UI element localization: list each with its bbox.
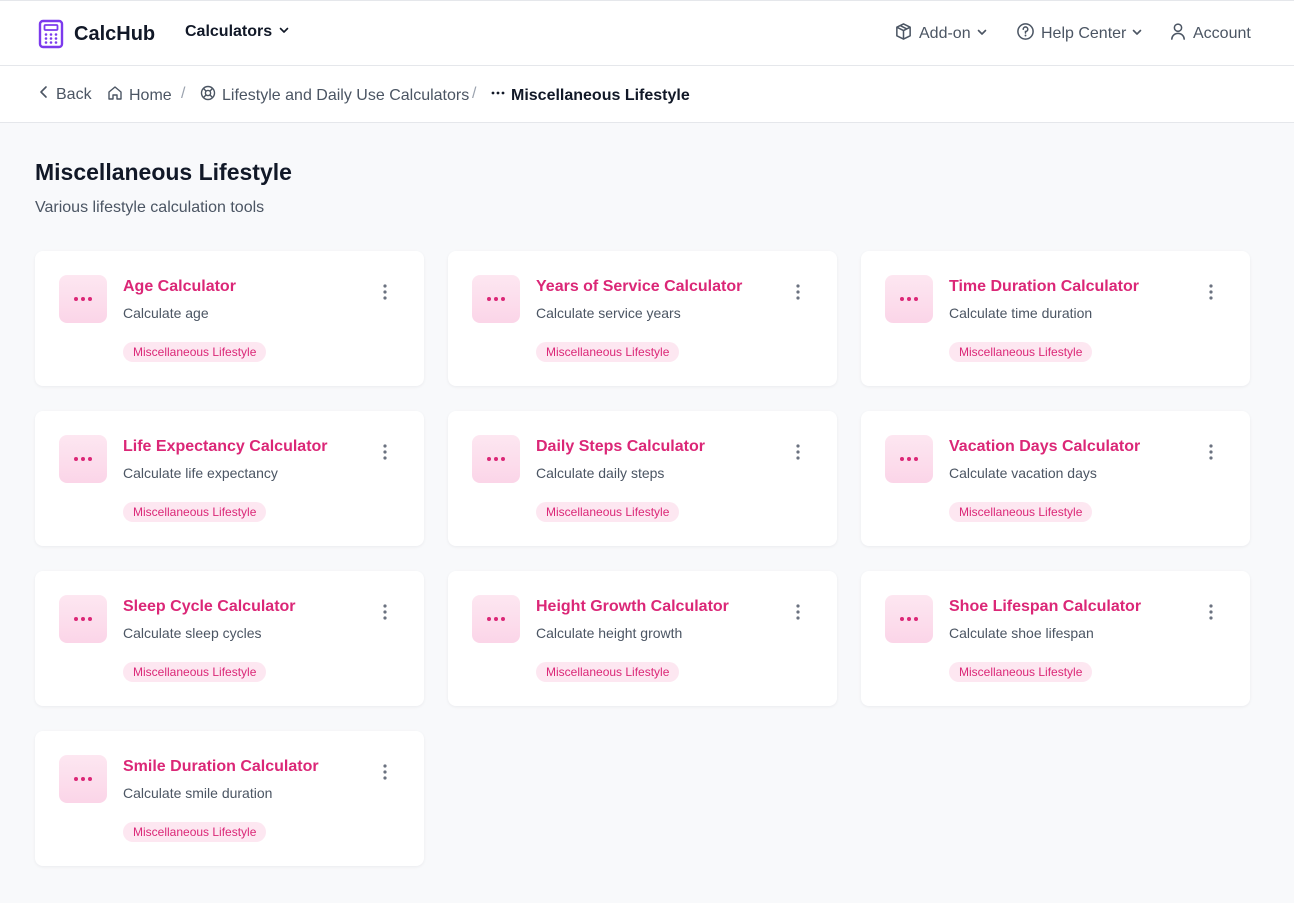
card-title[interactable]: Vacation Days Calculator (949, 438, 1140, 456)
calculators-menu[interactable]: Calculators (185, 23, 290, 41)
more-vertical-icon[interactable] (1202, 601, 1220, 623)
card-title[interactable]: Shoe Lifespan Calculator (949, 598, 1141, 616)
card-description: Calculate vacation days (949, 465, 1097, 481)
card-description: Calculate sleep cycles (123, 625, 262, 641)
card-title[interactable]: Time Duration Calculator (949, 278, 1139, 296)
more-horizontal-icon (885, 595, 933, 643)
category-tag[interactable]: Miscellaneous Lifestyle (123, 502, 267, 522)
more-horizontal-icon (59, 275, 107, 323)
current-label: Miscellaneous Lifestyle (511, 86, 690, 104)
page-subtitle: Various lifestyle calculation tools (35, 199, 265, 216)
top-navbar: CalcHub Calculators Add-on Help Center A… (0, 0, 1294, 66)
page-title: Miscellaneous Lifestyle (35, 159, 292, 185)
more-horizontal-icon (472, 595, 520, 643)
calculator-card[interactable]: Smile Duration Calculator Calculate smil… (35, 731, 424, 866)
breadcrumb-separator: / (472, 85, 477, 102)
more-vertical-icon[interactable] (789, 281, 807, 303)
category-label: Lifestyle and Daily Use Calculators (222, 86, 470, 104)
help-center-label: Help Center (1041, 25, 1127, 42)
card-description: Calculate age (123, 305, 209, 321)
breadcrumb: Back Home / Lifestyle and Daily Use Calc… (0, 66, 1294, 123)
more-horizontal-icon (59, 435, 107, 483)
card-description: Calculate time duration (949, 305, 1093, 321)
card-description: Calculate life expectancy (123, 465, 278, 481)
help-circle-icon (1016, 22, 1035, 46)
category-tag[interactable]: Miscellaneous Lifestyle (949, 342, 1093, 362)
addon-menu[interactable]: Add-on (894, 22, 988, 46)
more-vertical-icon[interactable] (1202, 281, 1220, 303)
account-menu[interactable]: Account (1169, 22, 1251, 46)
help-center-menu[interactable]: Help Center (1016, 22, 1143, 46)
addon-menu-label: Add-on (919, 25, 971, 42)
category-tag[interactable]: Miscellaneous Lifestyle (123, 822, 267, 842)
more-vertical-icon[interactable] (376, 601, 394, 623)
more-vertical-icon[interactable] (376, 281, 394, 303)
chevron-down-icon (976, 25, 988, 43)
chevron-down-icon (1131, 25, 1143, 43)
card-description: Calculate height growth (536, 625, 683, 641)
more-vertical-icon[interactable] (1202, 441, 1220, 463)
package-icon (894, 22, 913, 46)
back-label: Back (56, 85, 92, 103)
calculator-icon (38, 19, 64, 49)
calculator-card[interactable]: Daily Steps Calculator Calculate daily s… (448, 411, 837, 546)
more-horizontal-icon (59, 755, 107, 803)
home-icon (107, 85, 123, 106)
calculator-card[interactable]: Shoe Lifespan Calculator Calculate shoe … (861, 571, 1250, 706)
calculator-card[interactable]: Life Expectancy Calculator Calculate lif… (35, 411, 424, 546)
calculator-card[interactable]: Vacation Days Calculator Calculate vacat… (861, 411, 1250, 546)
brand-name: CalcHub (74, 22, 156, 45)
more-vertical-icon[interactable] (789, 601, 807, 623)
breadcrumb-home[interactable]: Home (107, 85, 172, 106)
card-title[interactable]: Height Growth Calculator (536, 598, 729, 616)
more-horizontal-icon (885, 435, 933, 483)
lifebuoy-icon (200, 85, 216, 106)
category-tag[interactable]: Miscellaneous Lifestyle (949, 662, 1093, 682)
card-title[interactable]: Sleep Cycle Calculator (123, 598, 296, 616)
calculator-card[interactable]: Height Growth Calculator Calculate heigh… (448, 571, 837, 706)
category-tag[interactable]: Miscellaneous Lifestyle (536, 662, 680, 682)
card-description: Calculate smile duration (123, 785, 273, 801)
more-vertical-icon[interactable] (789, 441, 807, 463)
calculator-card[interactable]: Time Duration Calculator Calculate time … (861, 251, 1250, 386)
card-description: Calculate daily steps (536, 465, 665, 481)
back-button[interactable]: Back (38, 85, 92, 104)
card-title[interactable]: Age Calculator (123, 278, 236, 296)
category-tag[interactable]: Miscellaneous Lifestyle (536, 342, 680, 362)
calculators-menu-label: Calculators (185, 23, 273, 40)
more-horizontal-icon (472, 435, 520, 483)
calculator-card[interactable]: Years of Service Calculator Calculate se… (448, 251, 837, 386)
chevron-left-icon (38, 85, 50, 104)
account-label: Account (1193, 25, 1251, 42)
breadcrumb-category[interactable]: Lifestyle and Daily Use Calculators (200, 85, 469, 106)
brand-logo[interactable]: CalcHub (38, 18, 155, 50)
card-title[interactable]: Daily Steps Calculator (536, 438, 705, 456)
card-title[interactable]: Smile Duration Calculator (123, 758, 319, 776)
category-tag[interactable]: Miscellaneous Lifestyle (536, 502, 680, 522)
more-horizontal-icon (472, 275, 520, 323)
chevron-down-icon (272, 23, 290, 41)
calculator-card[interactable]: Age Calculator Calculate age Miscellaneo… (35, 251, 424, 386)
breadcrumb-current: Miscellaneous Lifestyle (491, 85, 690, 106)
home-label: Home (129, 86, 172, 104)
breadcrumb-separator: / (181, 85, 186, 102)
more-vertical-icon[interactable] (376, 761, 394, 783)
more-vertical-icon[interactable] (376, 441, 394, 463)
calculator-card[interactable]: Sleep Cycle Calculator Calculate sleep c… (35, 571, 424, 706)
category-tag[interactable]: Miscellaneous Lifestyle (123, 342, 267, 362)
card-title[interactable]: Years of Service Calculator (536, 278, 742, 296)
more-horizontal-icon (59, 595, 107, 643)
category-tag[interactable]: Miscellaneous Lifestyle (123, 662, 267, 682)
category-tag[interactable]: Miscellaneous Lifestyle (949, 502, 1093, 522)
card-description: Calculate shoe lifespan (949, 625, 1094, 641)
user-icon (1169, 22, 1187, 46)
more-horizontal-icon (491, 85, 505, 106)
more-horizontal-icon (885, 275, 933, 323)
card-title[interactable]: Life Expectancy Calculator (123, 438, 328, 456)
card-description: Calculate service years (536, 305, 681, 321)
